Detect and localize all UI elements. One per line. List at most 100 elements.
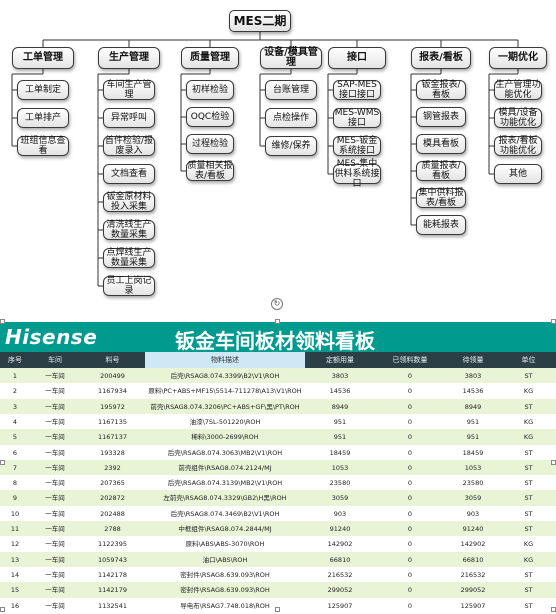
rotate-handle-icon[interactable]: ↻ (271, 298, 283, 310)
table-cell: 0 (407, 372, 413, 380)
category-node-0[interactable]: 工单管理 (12, 47, 74, 69)
leaf-node-2-1[interactable]: OQC检验 (186, 107, 234, 127)
leaf-node-6-2[interactable]: 报表/看板功能优化 (494, 136, 542, 156)
table-cell: ST (524, 525, 533, 533)
leaf-node-3-2-label: 维修/保养 (271, 141, 311, 151)
category-node-5[interactable]: 报表/看板 (411, 47, 471, 69)
column-header-4[interactable]: 定额用量 (305, 352, 375, 368)
leaf-node-3-0-label: 台账管理 (272, 85, 309, 95)
resize-handle[interactable] (275, 319, 280, 324)
leaf-node-1-2[interactable]: 首件检验/报废录入 (103, 136, 155, 156)
table-cell: 8 (12, 479, 18, 488)
leaf-node-1-2-label: 首件检验/报废录入 (104, 136, 154, 156)
leaf-node-1-7[interactable]: 员工上岗记录 (103, 276, 155, 296)
table-cell: ST (524, 601, 533, 610)
table-row[interactable]: 1 一车间 200499 后壳\RSAG8.074.3399\B2\V1\ROH 380… (0, 368, 556, 384)
table-row[interactable]: 3 一车间 195972 前壳\RSAG8.074.3206\PC+ABS+GF\黑\… (0, 398, 556, 415)
table-row[interactable]: 14 一车间 1142178 密封件\RSAG8.639.093\ROH 216532 0… (0, 566, 556, 583)
table-row[interactable]: 12 一车间 1122395 原料\ABS\ABS-3070\ROH 142902 0 14… (0, 536, 556, 553)
table-row[interactable]: 10 一车间 202488 后壳\RSAG8.074.3469\B2\V1\ROH 90… (0, 505, 556, 522)
table-cell: 一车间 (45, 540, 65, 549)
table-cell: 216532 (460, 570, 486, 579)
leaf-node-6-0[interactable]: 生产管理功能优化 (494, 80, 542, 100)
table-cell: 油口\ABS\ROH (202, 555, 248, 564)
leaf-node-0-2[interactable]: 班组信息查看 (17, 136, 69, 156)
leaf-node-1-0[interactable]: 车间生产管理 (103, 80, 155, 100)
leaf-node-5-1[interactable]: 钢管报表 (416, 107, 466, 127)
leaf-node-1-6[interactable]: 点焊线生产数量采集 (103, 248, 155, 268)
table-cell: ST (524, 463, 533, 472)
category-node-3[interactable]: 设备/模具管理 (260, 47, 322, 69)
column-header-5[interactable]: 已领料数量 (375, 352, 445, 368)
column-header-0[interactable]: 序号 (0, 352, 30, 368)
category-node-4[interactable]: 接口 (328, 47, 386, 69)
table-row[interactable]: 15 一车间 1142179 密封件\RSAG8.639.093\ROH 299052 0… (0, 582, 556, 599)
leaf-node-2-3[interactable]: 质量相关报表/看板 (186, 161, 234, 181)
table-row[interactable]: 8 一车间 207365 后壳\RSAG8.074.3139\MB2\V1\ROH 23… (0, 475, 556, 492)
resize-handle[interactable] (0, 607, 5, 612)
leaf-node-4-3[interactable]: MES-集中供料系统接口 (333, 159, 381, 189)
table-cell: 2 (12, 387, 18, 396)
table-cell: 951 (333, 433, 347, 442)
leaf-node-1-4[interactable]: 钣金原材料投入采集 (103, 192, 155, 212)
table-row[interactable]: 6 一车间 193328 后壳\RSAG8.074.3063\MB2\V1\ROH 18… (0, 444, 556, 461)
column-header-3[interactable]: 物料描述 (145, 352, 305, 368)
table-row[interactable]: 13 一车间 1059743 油口\ABS\ROH 66810 0 66810 KG (0, 551, 556, 568)
leaf-node-6-1[interactable]: 模具/设备功能优化 (494, 108, 542, 128)
leaf-node-2-2[interactable]: 过程检验 (186, 134, 234, 154)
table-row[interactable]: 7 一车间 2392 前壳组件\RSAG8.074.2124/MJ 1053 0 1053 S… (0, 459, 556, 476)
column-header-7[interactable]: 单位 (501, 352, 556, 368)
table-cell: 0 (407, 555, 413, 564)
leaf-node-2-0[interactable]: 初样检验 (186, 80, 234, 100)
table-cell: 前壳组件\RSAG8.074.2124/MJ (178, 463, 272, 472)
leaf-node-5-4[interactable]: 集中供料报表/看板 (416, 188, 466, 208)
column-header-6[interactable]: 待领量 (445, 352, 501, 368)
leaf-node-1-1[interactable]: 异常呼叫 (103, 108, 155, 128)
table-cell: 299052 (460, 586, 486, 595)
leaf-node-1-5[interactable]: 清洗线生产数量采集 (103, 220, 155, 240)
table-cell: 1053 (331, 463, 349, 472)
category-node-2[interactable]: 质量管理 (181, 47, 239, 69)
table-row[interactable]: 2 一车间 1167934 原料\PC+ABS+MF15\5514-711278\A1… (0, 383, 556, 400)
root-node[interactable]: MES二期 (229, 10, 291, 32)
table-cell: 0 (407, 601, 413, 610)
category-node-1[interactable]: 生产管理 (98, 47, 160, 69)
leaf-node-5-1-label: 钢管报表 (422, 112, 459, 122)
resize-handle[interactable] (551, 319, 556, 324)
leaf-node-6-3[interactable]: 其他 (494, 164, 542, 184)
table-row[interactable]: 9 一车间 202872 左前壳\RSAG8.074.3329\GB2\H黑\ROH 3… (0, 490, 556, 507)
column-header-1[interactable]: 车间 (30, 352, 80, 368)
table-cell: 8949 (331, 402, 349, 411)
resize-handle[interactable] (0, 319, 5, 324)
table-row[interactable]: 5 一车间 1167137 稀料\3000-2699\ROH 951 0 951 KG (0, 429, 556, 446)
column-header-2[interactable]: 料号 (80, 352, 145, 368)
leaf-node-0-0[interactable]: 工单制定 (17, 80, 69, 100)
leaf-node-3-1-label: 点检操作 (272, 113, 309, 123)
category-node-0-label: 工单管理 (23, 52, 63, 63)
table-row[interactable]: 11 一车间 2788 中框组件\RSAG8.074.2844/MJ 91240 0 912… (0, 521, 556, 537)
leaf-node-4-1[interactable]: MES-WMS接口 (333, 108, 381, 128)
leaf-node-4-2[interactable]: MES-钣金系统接口 (333, 136, 381, 156)
table-cell: 1053 (464, 463, 482, 472)
leaf-node-5-3[interactable]: 质量报表/看板 (416, 161, 466, 181)
leaf-node-2-0-label: 初样检验 (191, 85, 228, 95)
table-cell: 18459 (329, 448, 351, 457)
leaf-node-0-1[interactable]: 工单排产 (17, 108, 69, 128)
resize-handle[interactable] (0, 460, 5, 465)
leaf-node-1-3[interactable]: 文档查看 (103, 164, 155, 184)
leaf-node-3-2[interactable]: 维修/保养 (265, 136, 317, 156)
category-node-6[interactable]: 一期优化 (489, 47, 547, 69)
leaf-node-3-1[interactable]: 点检操作 (265, 108, 317, 128)
table-cell: 200499 (100, 372, 125, 380)
table-cell: ST (524, 479, 533, 488)
leaf-node-3-0[interactable]: 台账管理 (265, 80, 317, 100)
resize-handle[interactable] (551, 460, 556, 465)
leaf-node-5-0[interactable]: 钣金报表/看板 (416, 80, 466, 100)
leaf-node-4-0[interactable]: SAP-MES接口接口 (333, 80, 381, 100)
resize-handle[interactable] (551, 607, 556, 612)
leaf-node-5-2[interactable]: 模具看板 (416, 134, 466, 154)
table-row[interactable]: 4 一车间 1167135 油漆\7SL-501220\ROH 951 0 951 KG (0, 413, 556, 430)
table-cell: ST (524, 509, 533, 518)
leaf-node-5-5[interactable]: 能耗报表 (416, 215, 466, 235)
resize-handle[interactable] (275, 607, 280, 612)
